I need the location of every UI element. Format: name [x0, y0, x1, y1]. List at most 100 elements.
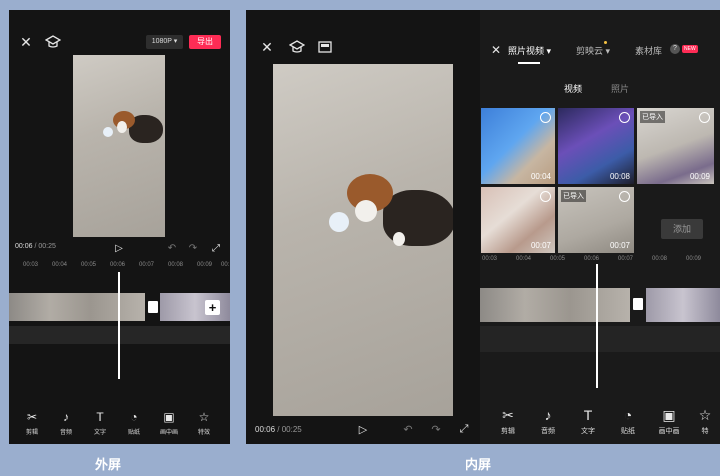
tab-photo-video[interactable]: 照片视频 ▾	[508, 44, 551, 57]
music-note-icon: ♪	[544, 407, 552, 423]
close-icon[interactable]: ✕	[260, 39, 274, 55]
ruler-tick: 00:08	[652, 256, 668, 262]
redo-icon[interactable]: ↷	[430, 423, 442, 436]
video-clip[interactable]	[9, 293, 145, 321]
add-clip-button[interactable]: +	[205, 300, 220, 315]
undo-icon[interactable]: ↶	[402, 423, 414, 436]
time-display: 00:06 / 00:25	[255, 425, 302, 434]
select-circle[interactable]	[540, 112, 551, 123]
select-circle[interactable]	[619, 112, 630, 123]
time-total: / 00:25	[34, 243, 56, 250]
select-circle[interactable]	[619, 191, 630, 202]
tool-audio[interactable]: ♪ 音频	[51, 410, 81, 436]
tool-sticker[interactable]: ◔ 贴纸	[609, 407, 647, 436]
redo-icon[interactable]: ↷	[187, 242, 199, 254]
audio-track	[9, 326, 230, 344]
dog-image	[103, 107, 165, 147]
tool-label: 音频	[59, 430, 72, 436]
music-note-icon: ♪	[63, 410, 69, 424]
video-preview[interactable]	[273, 64, 453, 416]
subtab-video[interactable]: 视频	[564, 82, 582, 95]
tool-effects[interactable]: ☆ 特	[690, 407, 720, 436]
tool-effects[interactable]: ☆ 特效	[189, 410, 219, 436]
tool-cut[interactable]: ✂ 剪辑	[489, 407, 527, 436]
layout-toggle-icon[interactable]	[318, 40, 332, 53]
media-thumbnail[interactable]: 已导入 00:09	[637, 108, 714, 184]
ruler-tick: 00:07	[618, 256, 634, 262]
tool-label: 文字	[93, 430, 106, 436]
tool-audio[interactable]: ♪ 音频	[529, 407, 567, 436]
play-icon[interactable]: ▷	[357, 423, 369, 436]
ruler-tick: 00:07	[139, 262, 155, 268]
ruler-tick: 00:	[221, 262, 230, 268]
tool-label: 剪辑	[25, 430, 38, 436]
thumb-duration: 00:09	[689, 172, 710, 181]
tool-pip[interactable]: ▣ 画中画	[650, 407, 688, 436]
outer-screen: ✕ 1080P ▾ 导出 00:06 / 00:25 ▷ ↶ ↷ ⤢ 00:03…	[9, 10, 230, 444]
ruler-tick: 00:03	[482, 256, 498, 262]
timeline-ruler: 00:03 00:04 00:05 00:06 00:07 00:08 00:0…	[480, 256, 720, 266]
tool-label: 贴纸	[621, 428, 635, 435]
ruler-tick: 00:09	[197, 262, 213, 268]
help-icon[interactable]: ?	[670, 44, 680, 54]
scissors-icon: ✂	[502, 407, 514, 423]
video-preview[interactable]	[73, 55, 165, 237]
tutorial-cap-icon[interactable]	[289, 39, 305, 55]
media-thumbnail[interactable]: 00:08	[558, 108, 634, 184]
select-circle[interactable]	[540, 191, 551, 202]
tool-label: 文字	[581, 428, 595, 435]
undo-icon[interactable]: ↶	[166, 242, 178, 254]
media-thumbnail[interactable]: 00:04	[481, 108, 555, 184]
fullscreen-icon[interactable]: ⤢	[458, 423, 470, 435]
imported-badge: 已导入	[561, 190, 586, 202]
resolution-dropdown[interactable]: 1080P ▾	[146, 35, 183, 49]
outer-screen-caption: 外屏	[95, 457, 122, 472]
tab-label: 剪映云	[576, 46, 604, 56]
text-icon: T	[583, 407, 593, 423]
add-button[interactable]: 添加	[661, 219, 703, 239]
tool-label: 特效	[197, 430, 210, 436]
tool-cut[interactable]: ✂ 剪辑	[17, 410, 47, 436]
new-badge: NEW	[682, 45, 698, 53]
tab-cloud[interactable]: 剪映云 ▾	[576, 44, 610, 57]
ruler-tick: 00:03	[23, 262, 39, 268]
tool-text[interactable]: T 文字	[85, 410, 115, 436]
tool-label: 画中画	[159, 430, 178, 436]
sticker-icon: ◔	[130, 410, 138, 424]
inner-screen: ✕ 00:06 / 00:25 ▷ ↶ ↷ ⤢ ✕ 照片视频 ▾ 剪映云 ▾ 素…	[246, 10, 720, 444]
clip-transition-marker[interactable]	[148, 301, 158, 313]
play-icon[interactable]: ▷	[113, 242, 125, 254]
close-icon[interactable]: ✕	[490, 43, 502, 57]
audio-track	[480, 326, 720, 352]
fullscreen-icon[interactable]: ⤢	[210, 242, 222, 254]
media-thumbnail[interactable]: 已导入 00:07	[558, 187, 634, 253]
playhead[interactable]	[118, 272, 120, 379]
tool-label: 贴纸	[127, 430, 140, 436]
thumb-duration: 00:07	[609, 241, 630, 250]
tool-sticker[interactable]: ◔ 贴纸	[119, 410, 149, 436]
media-thumbnail[interactable]: 00:07	[481, 187, 555, 253]
tool-label: 画中画	[658, 428, 680, 435]
tool-text[interactable]: T 文字	[569, 407, 607, 436]
video-clip[interactable]	[646, 288, 720, 322]
playhead[interactable]	[596, 264, 598, 388]
close-icon[interactable]: ✕	[19, 34, 33, 50]
picture-in-picture-icon: ▣	[163, 410, 175, 424]
ruler-tick: 00:04	[516, 256, 532, 262]
ruler-tick: 00:05	[550, 256, 566, 262]
ruler-tick: 00:05	[81, 262, 97, 268]
select-circle[interactable]	[699, 112, 710, 123]
tutorial-cap-icon[interactable]	[45, 34, 61, 50]
subtab-photo[interactable]: 照片	[611, 82, 629, 95]
tab-library[interactable]: 素材库	[635, 44, 662, 57]
text-icon: T	[96, 410, 104, 424]
tool-label: 特	[701, 428, 709, 435]
clip-transition-marker[interactable]	[633, 298, 643, 310]
tool-pip[interactable]: ▣ 画中画	[154, 410, 184, 436]
video-clip[interactable]	[480, 288, 630, 322]
tool-label: 音频	[541, 428, 555, 435]
export-button[interactable]: 导出	[189, 35, 221, 49]
timeline-ruler: 00:03 00:04 00:05 00:06 00:07 00:08 00:0…	[9, 262, 230, 272]
ruler-tick: 00:06	[110, 262, 126, 268]
ruler-tick: 00:06	[584, 256, 600, 262]
